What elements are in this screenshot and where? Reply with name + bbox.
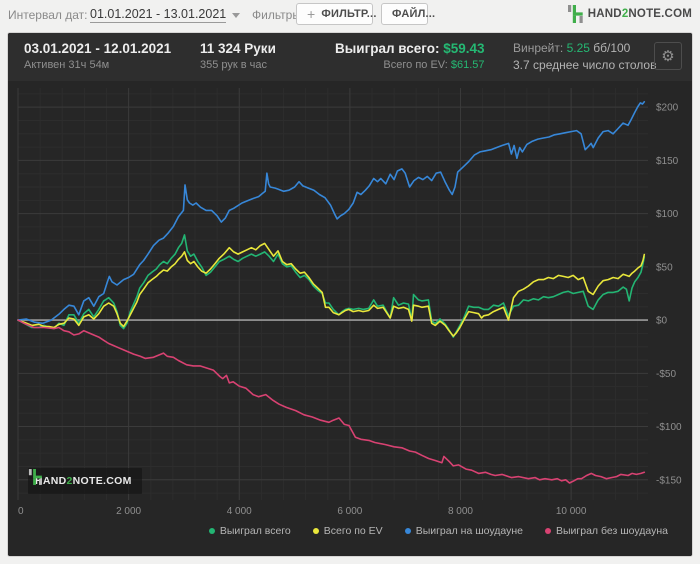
- legend-label: Выиграл без шоудауна: [556, 525, 668, 537]
- series-line-Выиграл всего: [17, 234, 646, 338]
- add-filter-button[interactable]: + ФИЛЬТР...: [296, 3, 377, 25]
- avg-tables: 3.7 среднее число столов: [513, 58, 657, 72]
- stat-won-block: Выиграл всего: $59.43 Всего по EV: $61.5…: [335, 40, 485, 72]
- gear-icon: ⚙: [661, 47, 675, 65]
- x-axis-tick-label: 6 000: [337, 506, 362, 517]
- x-axis-tick-label: 0: [18, 506, 24, 517]
- y-axis-tick-label: $0: [656, 316, 668, 327]
- settings-button[interactable]: ⚙: [654, 42, 682, 70]
- add-filter-button-label: ФИЛЬТР...: [321, 8, 377, 20]
- y-axis-tick-label: -$50: [656, 369, 676, 380]
- legend-label: Выиграл всего: [219, 525, 291, 537]
- chart-watermark: HAND2NOTE.COM: [28, 468, 142, 494]
- legend-item[interactable]: Выиграл без шоудауна: [545, 525, 668, 537]
- y-axis-tick-label: -$100: [656, 422, 682, 433]
- winrate-value: 5.25: [566, 41, 590, 55]
- y-axis-tick-label: -$150: [656, 475, 682, 486]
- ev-total: Всего по EV: $61.57: [383, 59, 485, 71]
- chevron-down-icon[interactable]: [232, 13, 240, 18]
- legend-dot-icon: [545, 528, 551, 534]
- winrate: Винрейт: 5.25 бб/100: [513, 41, 631, 55]
- won-total-value: $59.43: [443, 41, 485, 56]
- x-axis-tick-label: 8 000: [448, 506, 473, 517]
- legend-dot-icon: [312, 528, 319, 534]
- legend-dot-icon: [208, 528, 215, 534]
- legend-item[interactable]: Всего по EV: [312, 525, 383, 537]
- stat-winrate-block: Винрейт: 5.25 бб/100 3.7 среднее число с…: [513, 40, 656, 73]
- plus-icon: +: [307, 5, 316, 22]
- hands-count: 11 324 Руки: [200, 41, 276, 56]
- y-axis-tick-label: $50: [656, 262, 673, 273]
- legend-item[interactable]: Выиграл всего: [208, 525, 291, 537]
- watermark-text: HAND2NOTE.COM: [35, 475, 132, 487]
- file-button[interactable]: ФАЙЛ...: [381, 3, 435, 25]
- stat-hands-block: 11 324 Руки 355 рук в час: [200, 40, 276, 72]
- x-axis-tick-label: 2 000: [116, 506, 141, 517]
- series-line-Выиграл без шоудауна: [17, 319, 646, 484]
- series-line-Всего по EV: [17, 242, 646, 337]
- stat-date-range-block: 03.01.2021 - 12.01.2021 Активен 31ч 54м: [24, 40, 171, 72]
- interval-label: Интервал дат:: [8, 8, 88, 22]
- chart-legend: Выиграл всего Всего по EV Выиграл на шоуда…: [8, 525, 668, 537]
- series-line-Выиграл на шоудауне: [17, 100, 646, 325]
- file-button-label: ФАЙЛ...: [392, 8, 436, 20]
- won-total: Выиграл всего: $59.43: [335, 41, 485, 56]
- legend-dot-icon: [404, 528, 411, 534]
- legend-label: Всего по EV: [323, 525, 383, 537]
- hands-per-hour: 355 рук в час: [200, 59, 268, 71]
- results-chart: 0 2 000 4 000 6 000 8 000 10 000 $200 $150 $100 $…: [8, 81, 692, 556]
- hand2note-logo-text: HAND2NOTE.COM: [587, 8, 692, 20]
- y-axis-tick-label: $150: [656, 156, 679, 167]
- session-panel: 03.01.2021 - 12.01.2021 Активен 31ч 54м …: [8, 33, 692, 556]
- y-axis-tick-label: $100: [656, 209, 679, 220]
- x-axis-tick-label: 4 000: [227, 506, 252, 517]
- active-time: Активен 31ч 54м: [24, 59, 110, 71]
- hand2note-logo-icon: [567, 5, 583, 23]
- stats-header: 03.01.2021 - 12.01.2021 Активен 31ч 54м …: [8, 33, 692, 81]
- hand2note-logo: HAND2NOTE.COM: [567, 4, 692, 24]
- date-interval-selector[interactable]: 01.01.2021 - 13.01.2021: [90, 7, 227, 23]
- ev-total-value: $61.57: [450, 59, 485, 71]
- date-range: 03.01.2021 - 12.01.2021: [24, 41, 172, 56]
- legend-label: Выиграл на шоудауне: [415, 525, 523, 537]
- watermark-logo-icon: [28, 469, 42, 485]
- y-axis-tick-label: $200: [656, 103, 679, 114]
- x-axis-tick-label: 10 000: [556, 506, 587, 517]
- legend-item[interactable]: Выиграл на шоудауне: [404, 525, 523, 537]
- top-toolbar: Интервал дат: 01.01.2021 - 13.01.2021 Фи…: [0, 0, 700, 30]
